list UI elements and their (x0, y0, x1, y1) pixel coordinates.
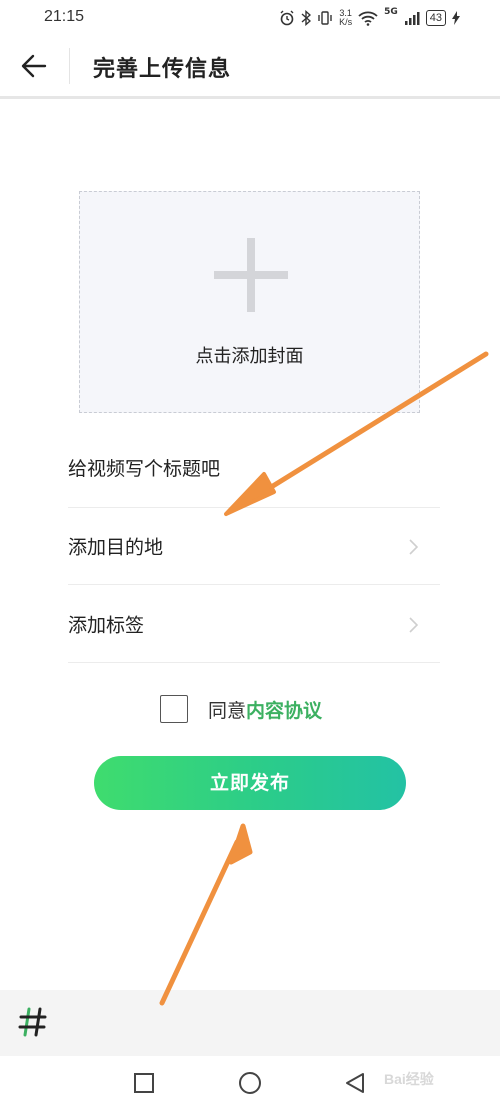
title-row (68, 431, 440, 508)
vibrate-icon (318, 11, 332, 25)
add-tags-label: 添加标签 (68, 614, 145, 637)
agreement-prefix: 同意 (208, 699, 247, 722)
header: 完善上传信息 (0, 36, 500, 99)
add-tags-row[interactable]: 添加标签 (68, 586, 440, 663)
back-button[interactable] (18, 50, 50, 82)
add-cover-label: 点击添加封面 (195, 346, 304, 367)
status-icons: 3.1 K/s 5G 43 (279, 7, 460, 29)
back-triangle-icon[interactable] (343, 1071, 367, 1095)
home-icon[interactable] (238, 1071, 262, 1095)
agreement: 同意 内容协议 (160, 695, 322, 723)
status-time: 21:15 (44, 8, 85, 25)
battery-indicator: 43 (425, 10, 446, 26)
arrow-left-icon (21, 54, 47, 78)
watermark: Bai经验 (384, 1071, 434, 1087)
chevron-right-icon (409, 617, 418, 633)
wifi-icon (358, 11, 378, 26)
signal-icon (404, 12, 420, 25)
chevron-right-icon (409, 539, 418, 555)
status-bar: 21:15 3.1 K/s 5G 43 (0, 0, 500, 36)
charging-icon (452, 11, 460, 25)
net-speed: 3.1 K/s (339, 8, 353, 27)
bluetooth-icon (301, 10, 312, 26)
plus-icon (214, 238, 288, 312)
bottom-toolbar (0, 990, 500, 1056)
title-input-wrapper (68, 458, 408, 480)
content-agreement-link[interactable]: 内容协议 (246, 696, 322, 723)
header-divider (69, 48, 70, 84)
agreement-checkbox[interactable] (160, 695, 188, 723)
add-destination-row[interactable]: 添加目的地 (68, 508, 440, 585)
video-title-input[interactable] (68, 458, 408, 480)
signal-type: 5G (384, 7, 398, 17)
hashtag-icon[interactable] (18, 1006, 48, 1038)
add-destination-label: 添加目的地 (68, 536, 164, 559)
arrow-to-publish-button (159, 823, 253, 1006)
page-title: 完善上传信息 (93, 56, 232, 82)
alarm-icon (280, 10, 294, 26)
recent-apps-icon[interactable] (132, 1071, 156, 1095)
publish-button[interactable]: 立即发布 (94, 756, 406, 810)
add-cover-button[interactable]: 点击添加封面 (79, 191, 420, 413)
